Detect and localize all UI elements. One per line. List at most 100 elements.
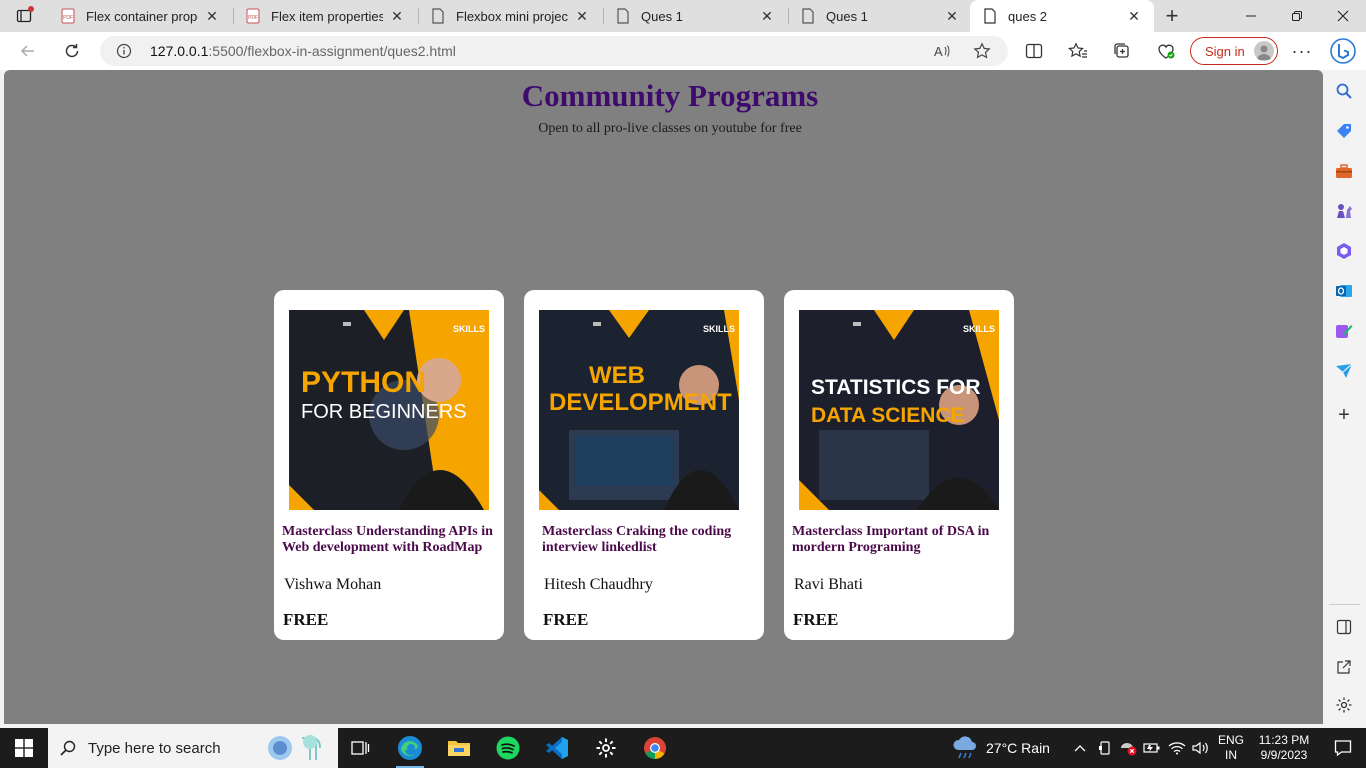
collections-button[interactable] [1108, 37, 1136, 65]
taskbar-chrome[interactable] [631, 728, 679, 768]
address-bar[interactable]: 127.0.0.1:5500/flexbox-in-assignment/que… [100, 36, 1008, 66]
sidebar-add-button[interactable]: + [1333, 404, 1355, 426]
card-title: Masterclass Understanding APIs in Web de… [282, 524, 493, 555]
close-window-button[interactable] [1320, 0, 1366, 32]
tab-flex-container-properties[interactable]: PDF Flex container properti ✕ [48, 0, 232, 32]
sidebar-settings-button[interactable] [1333, 694, 1355, 716]
card-author: Hitesh Chaudhry [544, 576, 653, 593]
panel-icon [1336, 619, 1352, 635]
start-button[interactable] [0, 728, 48, 768]
tab-close-icon[interactable]: ✕ [759, 8, 775, 24]
browser-essentials-button[interactable] [1152, 37, 1180, 65]
tab-close-icon[interactable]: ✕ [204, 8, 220, 24]
taskbar-edge[interactable] [386, 728, 434, 768]
tab-title: Flex container properti [86, 8, 198, 24]
taskbar-search-box[interactable]: Type here to search [48, 728, 338, 768]
tray-device-button[interactable] [1093, 728, 1117, 768]
card-author: Ravi Bhati [794, 576, 863, 593]
read-aloud-button[interactable]: A [930, 39, 954, 63]
spotify-icon [496, 736, 520, 760]
url-path: :5500/flexbox-in-assignment/ques2.html [208, 43, 456, 59]
sidebar-open-external-button[interactable] [1333, 656, 1355, 678]
course-thumbnail[interactable]: STATISTICS FOR DATA SCIENCE SKILLS [799, 310, 999, 510]
external-link-icon [1337, 660, 1351, 674]
tab-close-icon[interactable]: ✕ [389, 8, 405, 24]
tab-title: Ques 1 [826, 8, 868, 24]
split-screen-button[interactable] [1020, 37, 1048, 65]
card-price: FREE [283, 610, 329, 629]
tab-flexbox-mini-project[interactable]: Flexbox mini project ✕ [418, 0, 602, 32]
tab-close-icon[interactable]: ✕ [944, 8, 960, 24]
clock-time: 11:23 PM [1258, 733, 1310, 747]
tab-ques-2[interactable]: ques 2 ✕ [970, 0, 1154, 32]
sign-in-button[interactable]: Sign in [1190, 37, 1278, 65]
weather-widget[interactable]: 27°C Rain [952, 728, 1050, 768]
tab-close-icon[interactable]: ✕ [574, 8, 590, 24]
course-thumbnail[interactable]: WEB DEVELOPMENT SKILLS [539, 310, 739, 510]
notifications-button[interactable] [1320, 728, 1366, 768]
windows-taskbar: Type here to search 27°C Rain ENG IN 11:2… [0, 728, 1366, 768]
sidebar-drop-button[interactable] [1333, 360, 1355, 382]
search-icon [48, 739, 88, 757]
tab-actions-button[interactable] [12, 6, 36, 26]
taskbar-spotify[interactable] [484, 728, 532, 768]
favorites-icon [1068, 42, 1087, 58]
sidebar-games-button[interactable] [1333, 200, 1355, 222]
tray-volume-button[interactable] [1189, 728, 1213, 768]
office-icon [1337, 243, 1351, 259]
rain-cloud-icon [953, 736, 976, 759]
taskbar-clock[interactable]: 11:23 PM 9/9/2023 [1252, 733, 1316, 763]
edge-icon [398, 736, 422, 760]
plus-icon: + [1165, 3, 1179, 28]
program-card[interactable]: STATISTICS FOR DATA SCIENCE SKILLS Maste… [784, 290, 1014, 640]
svg-text:PDF: PDF [63, 15, 73, 21]
sidebar-tools-button[interactable] [1333, 160, 1355, 182]
close-icon [1337, 10, 1349, 22]
tab-ques-1-b[interactable]: Ques 1 ✕ [788, 0, 972, 32]
program-card[interactable]: WEB DEVELOPMENT SKILLS Masterclass Craki… [524, 290, 764, 640]
sidebar-outlook-button[interactable] [1333, 280, 1355, 302]
back-button[interactable] [14, 37, 42, 65]
folder-icon [448, 741, 470, 756]
tab-ques-1-a[interactable]: Ques 1 ✕ [603, 0, 787, 32]
minimize-button[interactable] [1228, 0, 1274, 32]
tab-separator [788, 8, 789, 24]
thumbnail-subheading: FOR BEGINNERS [301, 401, 467, 423]
course-thumbnail[interactable]: PYTHON FOR BEGINNERS SKILLS [289, 310, 489, 510]
settings-more-button[interactable]: ··· [1288, 37, 1316, 65]
language-indicator[interactable]: ENG IN [1216, 733, 1246, 763]
card-author: Vishwa Mohan [284, 576, 382, 593]
tab-close-icon[interactable]: ✕ [1126, 8, 1142, 24]
favorites-button[interactable] [1064, 37, 1092, 65]
reload-button[interactable] [58, 37, 86, 65]
program-card[interactable]: PYTHON FOR BEGINNERS SKILLS Masterclass … [274, 290, 504, 640]
show-hidden-icons-button[interactable] [1068, 728, 1092, 768]
url-text[interactable]: 127.0.0.1:5500/flexbox-in-assignment/que… [150, 43, 456, 59]
thumbnail-subheading: DEVELOPMENT [549, 389, 732, 416]
tray-security-button[interactable] [1116, 728, 1140, 768]
task-view-icon [351, 741, 370, 755]
tab-flex-item-properties[interactable]: PDF Flex item properties.pc ✕ [233, 0, 417, 32]
tab-title: Flexbox mini project [456, 8, 568, 24]
favorite-button[interactable] [970, 39, 994, 63]
copilot-button[interactable] [1329, 37, 1357, 65]
language-code: ENG [1217, 733, 1244, 747]
new-tab-button[interactable]: + [1160, 3, 1184, 28]
tray-wifi-button[interactable] [1165, 728, 1189, 768]
sidebar-shopping-button[interactable] [1333, 120, 1355, 142]
restore-button[interactable] [1274, 0, 1320, 32]
task-view-button[interactable] [336, 728, 384, 768]
sidebar-designer-button[interactable] [1333, 320, 1355, 342]
sidebar-hide-button[interactable] [1333, 616, 1355, 638]
info-icon[interactable] [116, 43, 132, 59]
page-icon [982, 8, 998, 24]
taskbar-settings[interactable] [582, 728, 630, 768]
search-placeholder: Type here to search [88, 739, 221, 757]
tray-battery-button[interactable] [1140, 728, 1164, 768]
sidebar-divider [1329, 604, 1360, 605]
taskbar-vscode[interactable] [533, 728, 581, 768]
sidebar-office-button[interactable] [1333, 240, 1355, 262]
browser-toolbar: 127.0.0.1:5500/flexbox-in-assignment/que… [0, 32, 1366, 70]
taskbar-file-explorer[interactable] [435, 728, 483, 768]
sidebar-search-button[interactable] [1333, 80, 1355, 102]
